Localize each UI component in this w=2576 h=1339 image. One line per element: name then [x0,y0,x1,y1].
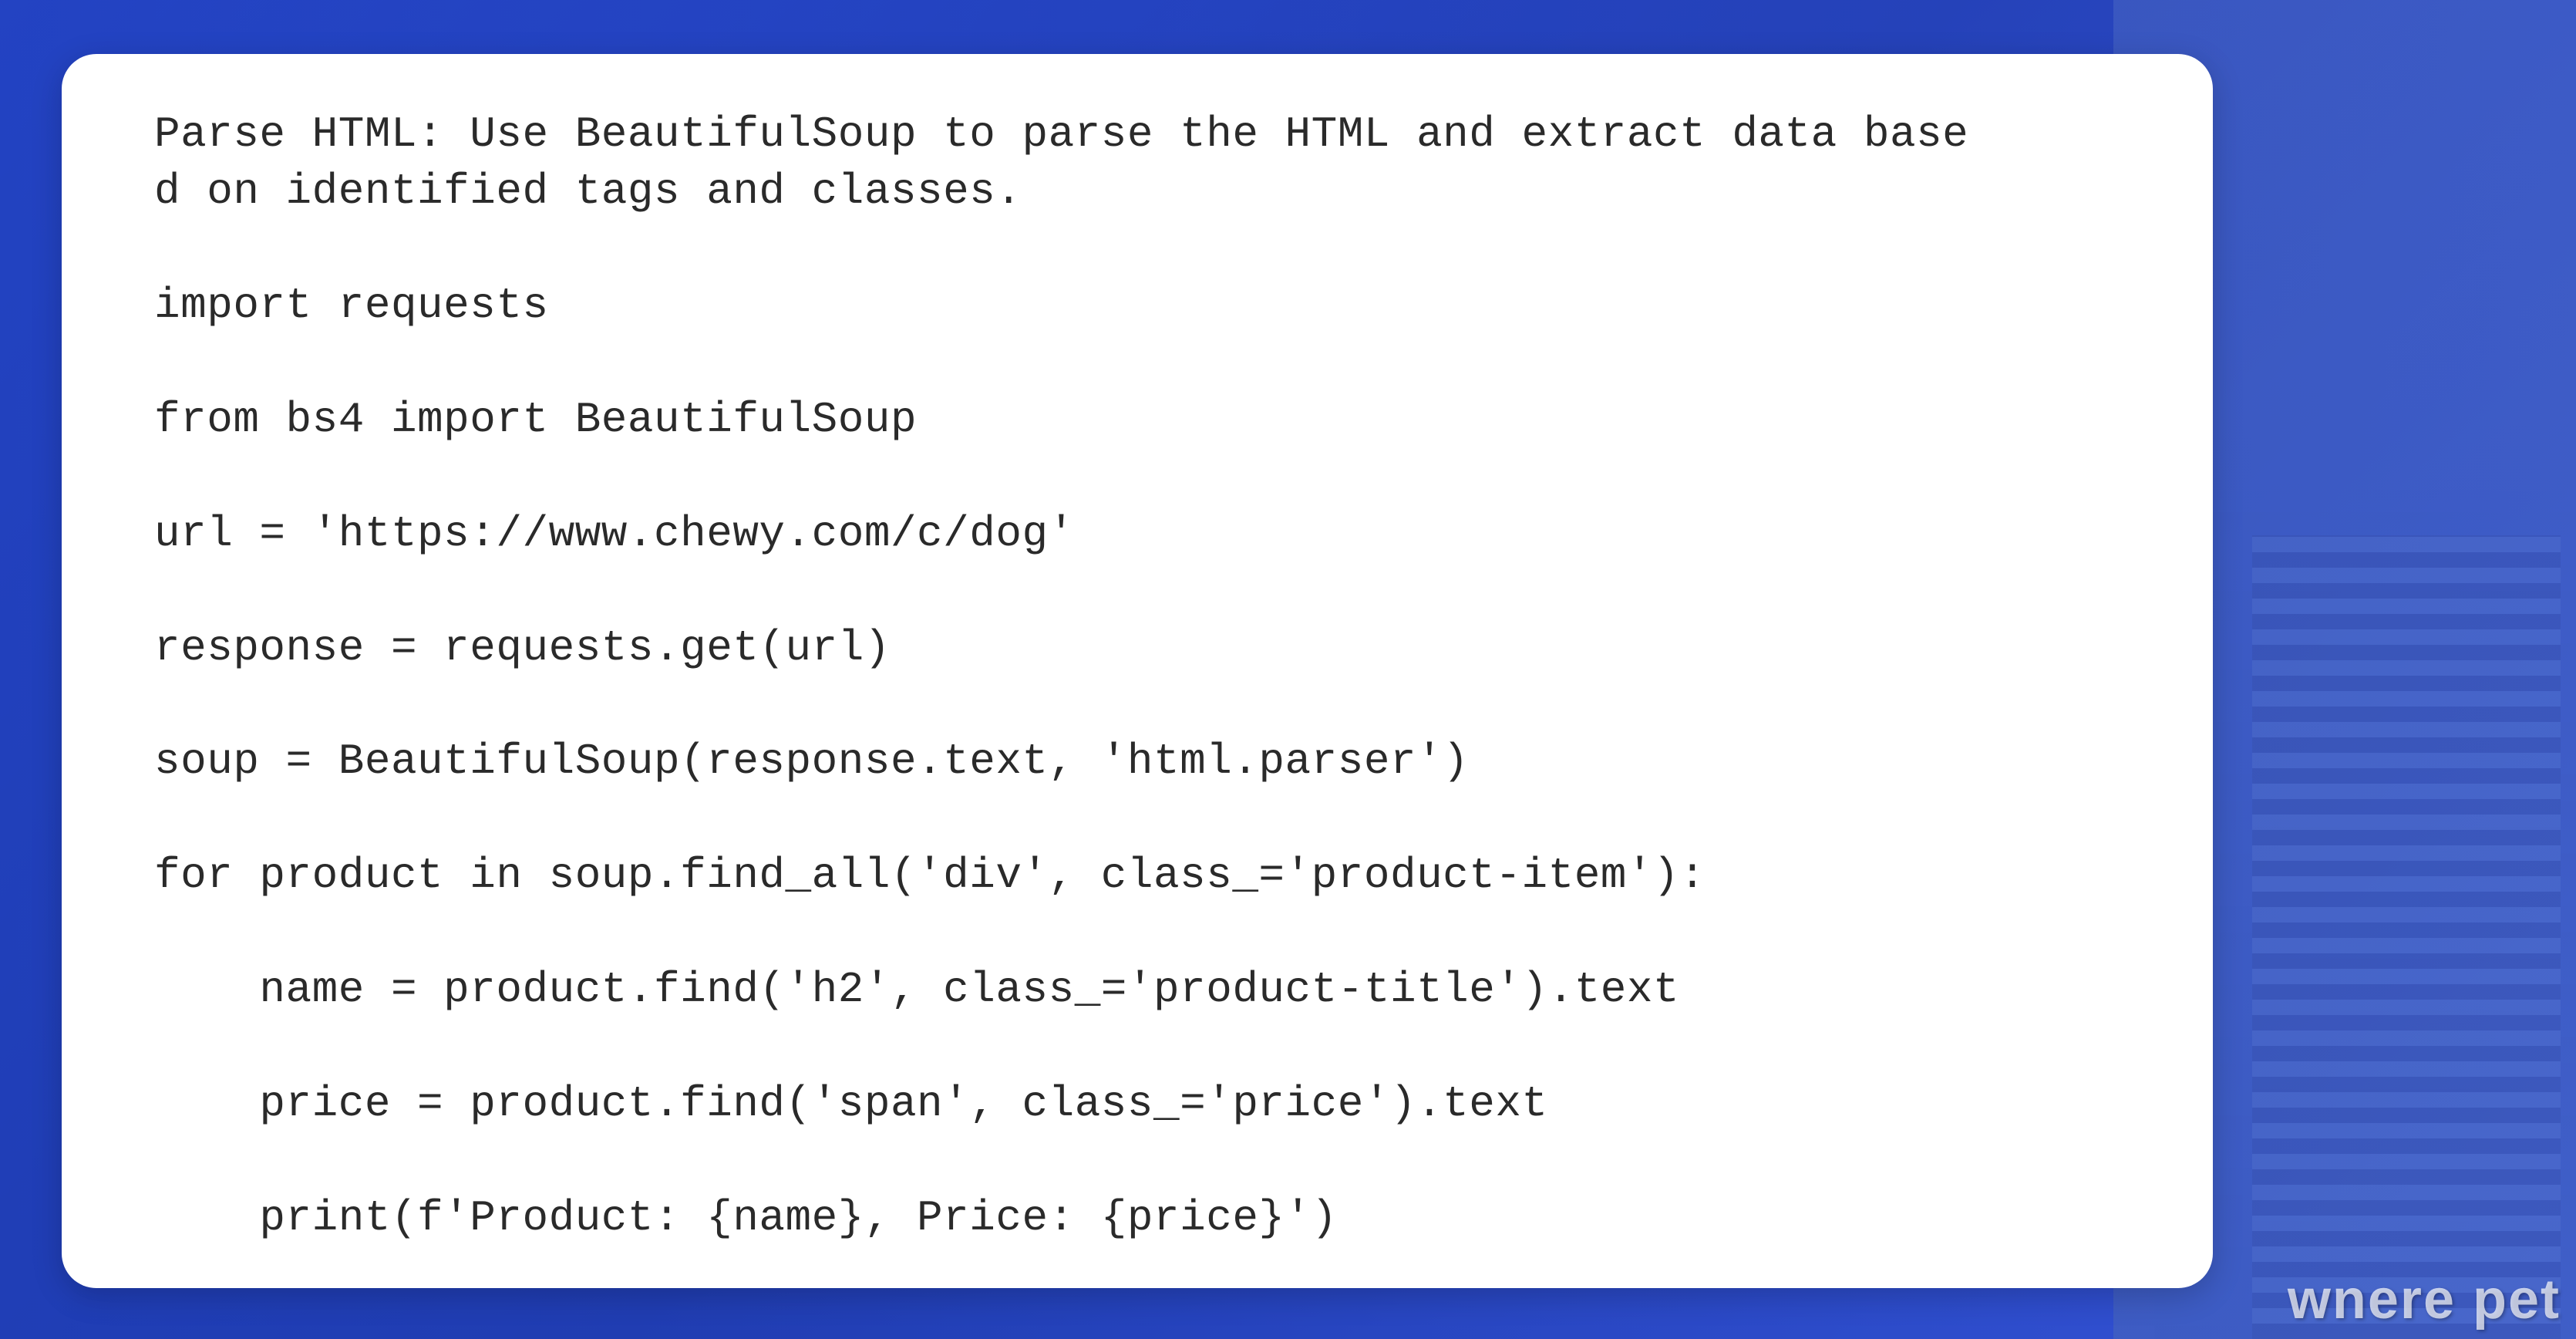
watermark-text: wnere pet [2288,1268,2561,1331]
code-import-requests: import requests [154,278,2120,335]
code-card: Parse HTML: Use BeautifulSoup to parse t… [62,54,2213,1288]
code-comment-line-1: Parse HTML: Use BeautifulSoup to parse t… [154,106,2120,164]
code-url-assignment: url = 'https://www.chewy.com/c/dog' [154,506,2120,563]
code-soup-assignment: soup = BeautifulSoup(response.text, 'htm… [154,734,2120,791]
code-price-assignment: price = product.find('span', class_='pri… [154,1076,2120,1133]
code-for-loop: for product in soup.find_all('div', clas… [154,848,2120,905]
blank-line [154,335,2120,392]
code-name-assignment: name = product.find('h2', class_='produc… [154,962,2120,1019]
code-import-bs4: from bs4 import BeautifulSoup [154,392,2120,449]
blank-line [154,449,2120,506]
blank-line [154,1133,2120,1190]
code-response-assignment: response = requests.get(url) [154,620,2120,677]
blank-line [154,791,2120,848]
code-print-statement: print(f'Product: {name}, Price: {price}'… [154,1190,2120,1247]
code-comment-line-2: d on identified tags and classes. [154,164,2120,221]
blank-line [154,221,2120,278]
blank-line [154,905,2120,962]
code-block: Parse HTML: Use BeautifulSoup to parse t… [154,106,2120,1247]
blank-line [154,676,2120,734]
blank-line [154,563,2120,620]
blank-line [154,1019,2120,1076]
